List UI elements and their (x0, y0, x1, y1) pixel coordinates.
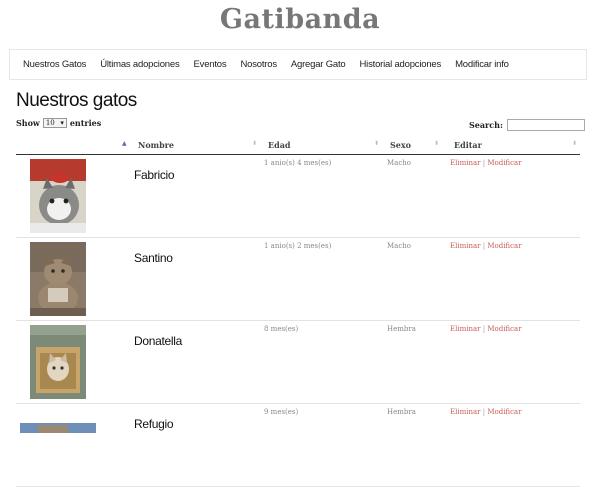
separator: | (482, 408, 486, 416)
table-header: ▲ Nombre ⬍ Edad ⬍ Sexo ⬍ Editar ⬍ (16, 136, 580, 155)
edit-actions: Eliminar | Modificar (450, 325, 522, 333)
table-row: Refugio 9 mes(es) Hembra Eliminar | Modi… (16, 403, 580, 487)
chevron-down-icon: ▾ (60, 119, 64, 127)
cat-sex: Macho (387, 242, 411, 250)
main-nav: Nuestros Gatos Últimas adopciones Evento… (9, 49, 587, 80)
table-search: Search: (469, 119, 585, 131)
nav-nuestros-gatos[interactable]: Nuestros Gatos (23, 59, 86, 70)
column-header-nombre[interactable]: Nombre (138, 140, 174, 150)
cat-age: 1 anio(s) 4 mes(es) (264, 159, 332, 167)
modify-link[interactable]: Modificar (487, 159, 521, 167)
column-header-edad[interactable]: Edad (268, 140, 290, 150)
sort-asc-icon[interactable]: ▲ (122, 140, 127, 147)
column-header-editar[interactable]: Editar (454, 140, 482, 150)
sort-icon[interactable]: ⬍ (374, 140, 379, 147)
separator: | (482, 159, 486, 167)
cat-sex: Hembra (387, 325, 416, 333)
cat-photo (30, 159, 86, 233)
sort-icon[interactable]: ⬍ (572, 140, 577, 147)
entries-length-control: Show 10 ▾ entries (16, 118, 101, 128)
modify-link[interactable]: Modificar (487, 242, 521, 250)
edit-actions: Eliminar | Modificar (450, 408, 522, 416)
nav-eventos[interactable]: Eventos (194, 59, 227, 70)
delete-link[interactable]: Eliminar (450, 408, 481, 416)
entries-select-value: 10 (45, 119, 55, 127)
edit-actions: Eliminar | Modificar (450, 242, 522, 250)
delete-link[interactable]: Eliminar (450, 159, 481, 167)
nav-agregar-gato[interactable]: Agregar Gato (291, 59, 346, 70)
table-row: Santino 1 anio(s) 2 mes(es) Macho Elimin… (16, 237, 580, 321)
page-heading: Nuestros gatos (16, 90, 137, 111)
cat-name: Donatella (134, 334, 183, 348)
cat-sex: Macho (387, 159, 411, 167)
entries-select[interactable]: 10 ▾ (42, 118, 67, 128)
nav-nosotros[interactable]: Nosotros (240, 59, 277, 70)
cat-age: 8 mes(es) (264, 325, 299, 333)
site-title: Gatibanda (219, 4, 381, 35)
sort-icon[interactable]: ⬍ (252, 140, 257, 147)
edit-actions: Eliminar | Modificar (450, 159, 522, 167)
search-input[interactable] (506, 119, 585, 131)
cat-age: 1 anio(s) 2 mes(es) (264, 242, 332, 250)
show-label: Show (16, 118, 40, 128)
nav-ultimas-adopciones[interactable]: Últimas adopciones (100, 59, 180, 70)
sort-icon[interactable]: ⬍ (434, 140, 439, 147)
column-header-sexo[interactable]: Sexo (390, 140, 411, 150)
table-row: Donatella 8 mes(es) Hembra Eliminar | Mo… (16, 320, 580, 404)
cat-age: 9 mes(es) (264, 408, 299, 416)
nav-modificar-info[interactable]: Modificar info (455, 59, 509, 70)
cat-name: Santino (134, 251, 173, 265)
modify-link[interactable]: Modificar (487, 325, 521, 333)
cat-photo (20, 423, 96, 433)
table-row: Fabricio 1 anio(s) 4 mes(es) Macho Elimi… (16, 154, 580, 238)
nav-historial-adopciones[interactable]: Historial adopciones (360, 59, 442, 70)
modify-link[interactable]: Modificar (487, 408, 521, 416)
cat-name: Refugio (134, 417, 174, 431)
entries-label: entries (69, 118, 102, 128)
cat-photo (30, 325, 86, 399)
cat-name: Fabricio (134, 168, 175, 182)
cat-sex: Hembra (387, 408, 416, 416)
search-label: Search: (469, 120, 503, 130)
cat-photo (30, 242, 86, 316)
delete-link[interactable]: Eliminar (450, 325, 481, 333)
separator: | (482, 242, 486, 250)
delete-link[interactable]: Eliminar (450, 242, 481, 250)
separator: | (482, 325, 486, 333)
